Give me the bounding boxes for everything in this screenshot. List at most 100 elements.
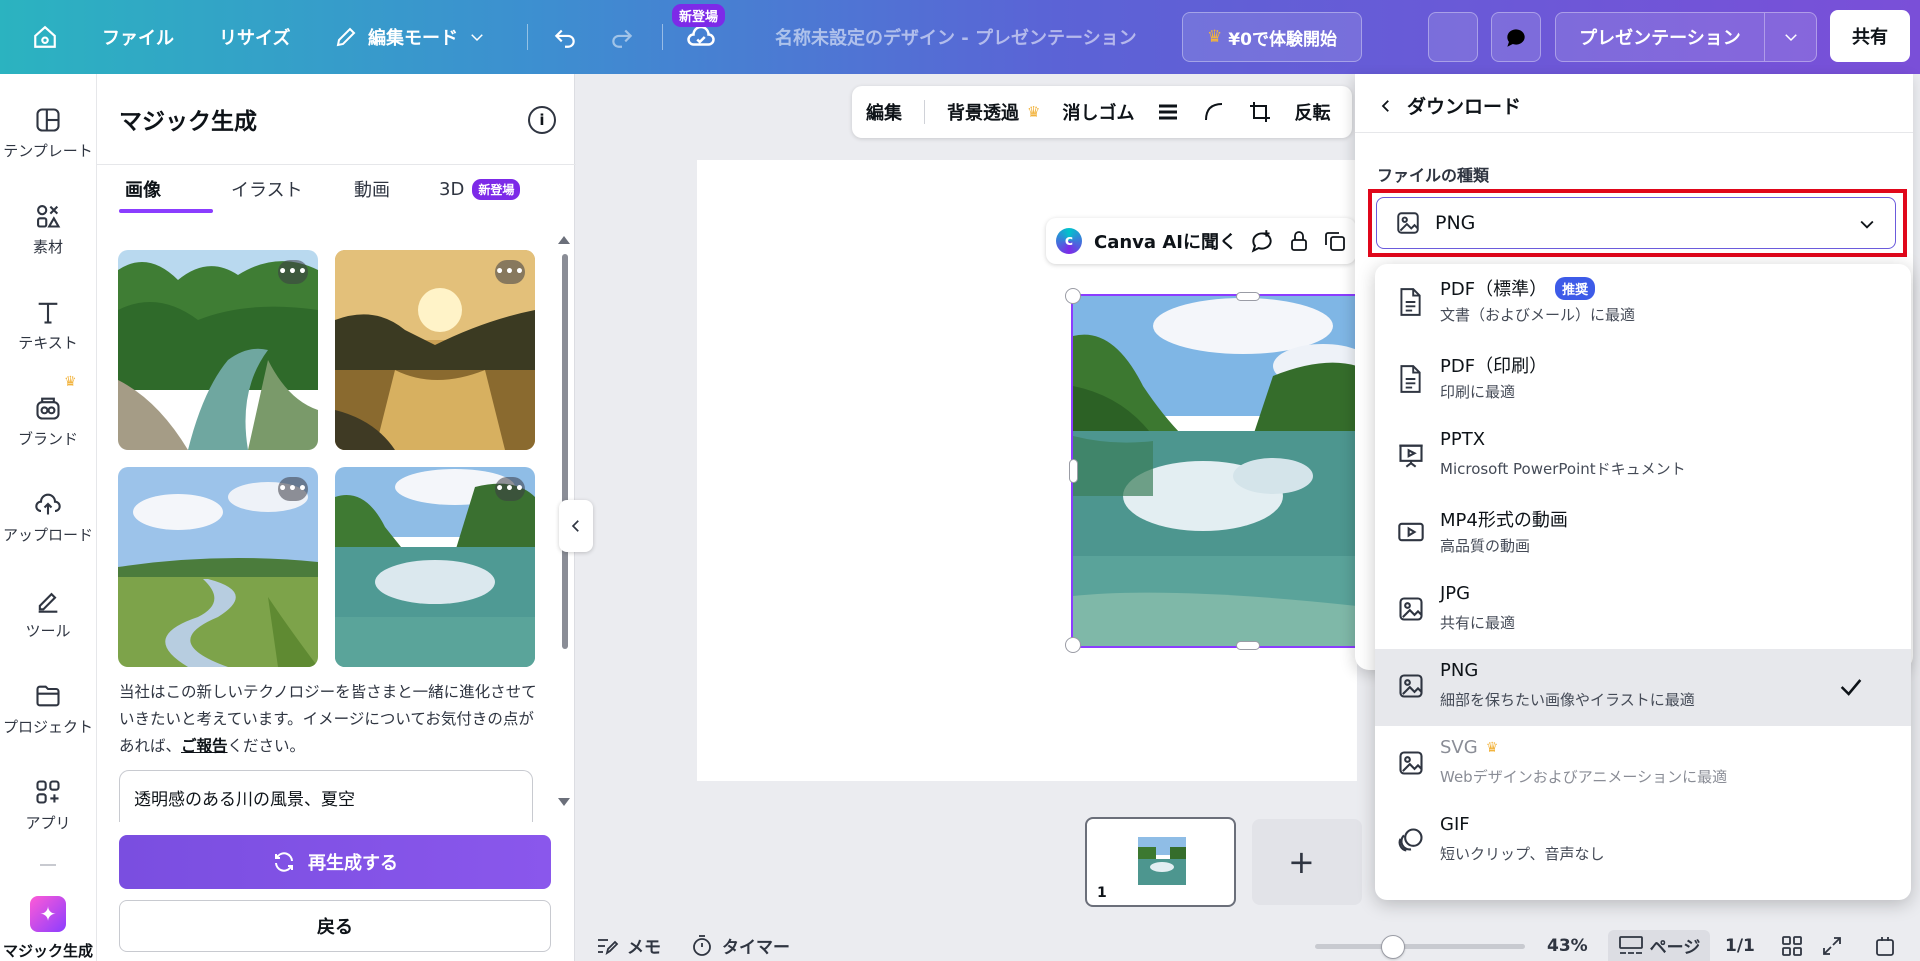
option-description: 印刷に最適 [1440,383,1516,401]
divider [662,24,663,50]
share-button[interactable]: 共有 [1830,10,1910,62]
selected-image[interactable] [1071,294,1359,648]
file-type-select[interactable]: PNG [1376,197,1896,249]
bg-remove-button[interactable]: 背景透過 ♛ [947,99,1040,125]
option-png[interactable]: PNG 細部を保ちたい画像やイラストに最適 [1375,649,1911,726]
collapse-panel-button[interactable] [559,500,593,552]
prompt-input[interactable]: 透明感のある川の風景、夏空 [119,770,533,822]
crown-icon: ♛ [1027,103,1041,121]
resize-handle-left[interactable] [1069,459,1078,483]
lock-icon[interactable] [1287,229,1311,253]
download-back-button[interactable]: ダウンロード [1377,92,1521,119]
insights-button[interactable] [1428,12,1478,62]
image-icon [1397,212,1419,234]
grid-view-button[interactable] [1780,930,1804,961]
add-page-button[interactable]: + [1252,819,1362,905]
rail-item-templates[interactable]: テンプレート [0,106,96,161]
page-thumbnail-image [1138,837,1186,885]
line-weight-icon[interactable] [1156,100,1180,124]
option-pptx[interactable]: PPTX Microsoft PowerPointドキュメント [1375,418,1911,495]
resize-handle-top[interactable] [1236,292,1260,301]
resize-button[interactable]: リサイズ [219,0,290,74]
duplicate-icon[interactable] [1323,229,1347,253]
more-options-icon[interactable]: ••• [495,477,525,501]
rail-item-brand[interactable]: ブランド [0,394,96,449]
generated-image-4[interactable]: ••• [335,467,535,667]
page-thumbnail[interactable]: 1 [1085,817,1236,907]
option-pdf-print[interactable]: PDF（印刷） 印刷に最適 [1375,341,1911,418]
chevron-left-icon [571,520,579,532]
option-jpg[interactable]: JPG 共有に最適 [1375,572,1911,649]
regenerate-button[interactable]: 再生成する [119,835,551,889]
option-description: 短いクリップ、音声なし [1440,845,1605,863]
resize-handle-top-left[interactable] [1065,288,1081,304]
option-title-text: SVG [1440,737,1478,758]
zoom-level[interactable]: 43% [1547,930,1588,961]
eraser-button[interactable]: 消しゴム [1062,99,1134,125]
tab-video[interactable]: 動画 [354,165,390,213]
resize-handle-bottom-left[interactable] [1065,637,1081,653]
scroll-up-icon[interactable] [558,236,570,244]
present-button[interactable]: プレゼンテーション [1555,12,1765,62]
home-button[interactable] [32,0,58,74]
document-title[interactable]: 名称未設定のデザイン - プレゼンテーション [775,0,1137,74]
edit-image-button[interactable]: 編集 [866,99,902,125]
option-title: PDF（印刷） [1440,356,1548,377]
free-trial-button[interactable]: ♛ ¥0で体験開始 [1182,12,1362,62]
edit-mode-dropdown[interactable]: 編集モード [334,0,486,74]
option-title-text: PDF（標準） [1440,279,1548,300]
generated-image-1[interactable]: ••• [118,250,318,450]
undo-button[interactable] [552,0,578,74]
rail-item-uploads[interactable]: アップロード [0,490,96,545]
crop-icon[interactable] [1248,100,1272,124]
zoom-slider[interactable] [1315,944,1525,949]
pages-view-button[interactable]: ページ [1608,930,1710,961]
add-comment-icon[interactable] [1249,228,1275,254]
comments-button[interactable] [1491,12,1541,62]
tab-label: 画像 [125,180,161,201]
notes-button[interactable]: メモ [595,930,661,961]
generated-image-3[interactable]: ••• [118,467,318,667]
notes-icon [598,938,619,955]
panel-scrollbar[interactable] [562,254,568,649]
image-icon [1397,672,1425,704]
expand-icon [1823,936,1841,955]
rail-item-apps[interactable]: アプリ [0,778,96,833]
rail-item-magic-generate[interactable]: ✦ マジック生成 [0,896,96,961]
option-gif[interactable]: GIF 短いクリップ、音声なし [1375,803,1911,880]
scroll-down-icon[interactable] [558,798,570,806]
info-icon[interactable]: i [528,106,556,134]
media-type-tabs: 画像 イラスト 動画 3D 新登場 [97,164,576,213]
present-options-button[interactable] [1765,12,1817,62]
panel-title: マジック生成 [119,109,257,135]
rail-item-tools[interactable]: ツール [0,586,96,641]
back-button[interactable]: 戻る [119,900,551,952]
pages-label: ページ [1649,938,1701,958]
more-options-icon[interactable]: ••• [278,477,308,501]
tab-3d[interactable]: 3D 新登場 [439,165,521,213]
help-button[interactable] [1873,930,1897,961]
file-menu-label: ファイル [102,28,174,49]
tab-illustration[interactable]: イラスト [231,165,303,213]
more-options-icon[interactable]: ••• [278,260,308,284]
rail-item-text[interactable]: テキスト [0,298,96,353]
ask-canva-ai-button[interactable]: Canva AIに聞く [1094,228,1237,254]
resize-handle-bottom[interactable] [1236,641,1260,650]
more-options-icon[interactable]: ••• [495,260,525,284]
generated-image-2[interactable]: ••• [335,250,535,450]
file-menu[interactable]: ファイル [102,0,174,74]
folder-icon [36,685,60,707]
report-link[interactable]: ご報告 [181,737,228,755]
rail-item-elements[interactable]: 素材 [0,202,96,257]
zoom-slider-handle[interactable] [1381,935,1405,959]
option-pdf-standard[interactable]: PDF（標準） 推奨 文書（およびメール）に最適 [1375,264,1911,341]
option-mp4[interactable]: MP4形式の動画 高品質の動画 [1375,495,1911,572]
fullscreen-button[interactable] [1820,930,1844,961]
flip-button[interactable]: 反転 [1294,99,1330,125]
option-svg[interactable]: SVG ♛ Webデザインおよびアニメーションに最適 [1375,726,1911,803]
corner-rounding-icon[interactable] [1202,100,1226,124]
redo-button[interactable] [609,0,635,74]
timer-button[interactable]: タイマー [690,930,790,961]
tab-image[interactable]: 画像 [125,165,161,213]
rail-item-projects[interactable]: プロジェクト [0,682,96,737]
